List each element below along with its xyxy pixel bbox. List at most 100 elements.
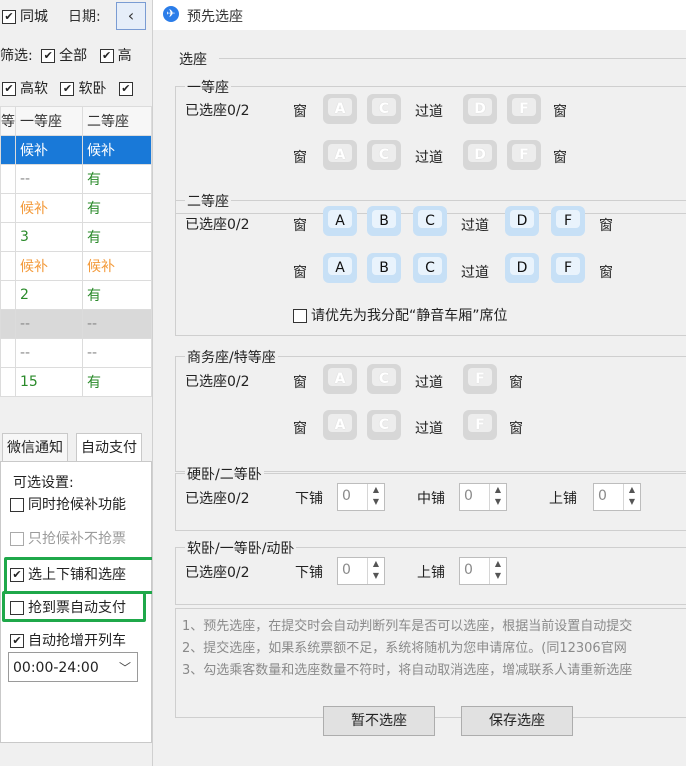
table-row[interactable]: -- -- [0,338,152,368]
window-label: 窗 [293,421,307,437]
checkbox[interactable] [10,634,24,648]
note-line: 3、勾选乘客数量和选座数量不符时，将自动取消选座，增减联系人请重新选座 [182,663,633,678]
seat-second-A-row2[interactable]: A [323,253,357,283]
time-range-select[interactable]: 00:00-24:00 ﹀ [8,652,138,682]
table-row[interactable]: 候补 候补 [0,135,152,165]
seat-second-A-row1[interactable]: A [323,206,357,236]
aisle-label: 过道 [461,218,489,234]
soft-sleeper-title: 软卧/一等卧/动卧 [185,538,297,558]
window-label: 窗 [293,150,307,166]
business-class-title: 商务座/特等座 [185,347,278,367]
col-header-second-class: 二等座 [82,106,152,136]
dialog-body: 选座 一等座 已选座0/2 窗 A C 过道 D F 窗 窗 A C 过道 D … [153,30,686,766]
seat-first-F-row1: F [507,94,541,124]
note-line: 1、预先选座，在提交时会自动判断列车是否可以选座，根据当前设置自动提交 [182,619,633,634]
seat-type-row: 高软 软卧 [2,78,137,98]
filter-high-checkbox[interactable] [99,49,114,63]
col-header-0: 等 [0,106,16,136]
soft-upper-berth-spinner[interactable]: 0 ▲ ▼ [459,557,507,585]
seat-type-checkbox-1[interactable] [60,82,75,96]
hard-upper-berth-spinner[interactable]: 0 ▲ ▼ [593,483,641,511]
seat-type-checkbox-0[interactable] [2,82,16,96]
window-label: 窗 [293,375,307,391]
hard-sleeper-title: 硬卧/二等卧 [185,464,264,484]
skip-seat-selection-button[interactable]: 暂不选座 [323,706,435,736]
seat-business-A-row2: A [323,410,357,440]
ticket-table: 等 一等座 二等座 候补 候补 -- 有 候补有 3有 候补 候补 2有 -- -- -… [0,106,152,397]
seat-second-F-row2[interactable]: F [551,253,585,283]
option-waitlist-only[interactable]: 只抢候补不抢票 [10,528,126,548]
seat-business-C-row2: C [367,410,401,440]
hard-lower-berth-spinner[interactable]: 0 ▲ ▼ [337,483,385,511]
table-row[interactable]: 15 有 [0,367,152,397]
checkbox[interactable] [10,498,24,512]
same-city-filter[interactable]: 同城 [2,6,48,26]
highlight-box [4,557,156,594]
app-logo-icon: ✈ [163,6,179,22]
soft-lower-berth-spinner[interactable]: 0 ▲ ▼ [337,557,385,585]
filter-label: 筛选: [0,48,33,64]
seat-second-D-row1[interactable]: D [505,206,539,236]
seat-type-checkbox-2[interactable] [118,82,133,96]
quiet-car-checkbox[interactable] [293,309,307,323]
same-city-checkbox[interactable] [2,10,16,24]
note-line: 2、提交选座，如果系统票额不足，系统将随机为您申请席位。(同12306官网 [182,641,627,656]
lower-berth-label: 下铺 [295,491,323,507]
window-label: 窗 [293,104,307,120]
settings-tabs: 微信通知 自动支付 [0,433,152,463]
spinner-arrows-icon: ▲ ▼ [367,484,384,510]
seat-first-A-row1: A [323,94,357,124]
save-seat-selection-button[interactable]: 保存选座 [461,706,573,736]
window-label: 窗 [293,265,307,281]
business-class-selected-count: 已选座0/2 [185,374,250,390]
aisle-label: 过道 [415,421,443,437]
spinner-arrows-icon: ▲ ▼ [489,484,506,510]
col-header-first-class: 一等座 [15,106,83,136]
table-header: 等 一等座 二等座 [0,106,152,136]
seat-first-D-row2: D [463,140,497,170]
filter-all-checkbox[interactable] [41,49,56,63]
seat-second-F-row1[interactable]: F [551,206,585,236]
window-label: 窗 [509,375,523,391]
seat-second-B-row1[interactable]: B [367,206,401,236]
lower-berth-label: 下铺 [295,565,323,581]
options-title: 可选设置: [13,475,74,491]
spinner-arrows-icon: ▲ ▼ [367,558,384,584]
seat-business-F-row1: F [463,364,497,394]
window-label: 窗 [509,421,523,437]
table-row[interactable]: -- 有 [0,164,152,194]
checkbox[interactable] [10,532,24,546]
tab-auto-pay[interactable]: 自动支付 [76,433,142,463]
seat-second-C-row1[interactable]: C [413,206,447,236]
window-label: 窗 [553,104,567,120]
seat-first-F-row2: F [507,140,541,170]
tab-wechat-notify[interactable]: 微信通知 [2,433,68,463]
table-row[interactable]: 3有 [0,222,152,252]
dialog-titlebar: ✈ 预先选座 [153,0,686,30]
seat-first-D-row1: D [463,94,497,124]
hard-sleeper-selected-count: 已选座0/2 [185,491,250,507]
quiet-car-option[interactable]: 请优先为我分配“静音车厢”席位 [293,305,508,325]
seat-second-B-row2[interactable]: B [367,253,401,283]
option-grab-waitlist[interactable]: 同时抢候补功能 [10,494,126,514]
table-row[interactable]: 2有 [0,280,152,310]
table-row[interactable]: 候补有 [0,193,152,223]
option-extra-trains[interactable]: 自动抢增开列车 [10,630,126,650]
window-label: 窗 [553,150,567,166]
seat-first-C-row1: C [367,94,401,124]
highlight-box [2,591,146,622]
seat-business-C-row1: C [367,364,401,394]
spinner-arrows-icon: ▲ ▼ [489,558,506,584]
aisle-label: 过道 [461,265,489,281]
table-row[interactable]: 候补 候补 [0,251,152,281]
seat-second-C-row2[interactable]: C [413,253,447,283]
seat-second-D-row2[interactable]: D [505,253,539,283]
second-class-title: 二等座 [185,191,231,211]
date-prev-button[interactable]: ‹ [116,2,146,30]
table-row[interactable]: -- -- [0,309,152,339]
dialog-title: 预先选座 [187,9,243,25]
seat-selection-dialog: ✈ 预先选座 选座 一等座 已选座0/2 窗 A C 过道 D F 窗 窗 A … [152,0,686,766]
seat-business-F-row2: F [463,410,497,440]
window-label: 窗 [599,218,613,234]
hard-middle-berth-spinner[interactable]: 0 ▲ ▼ [459,483,507,511]
